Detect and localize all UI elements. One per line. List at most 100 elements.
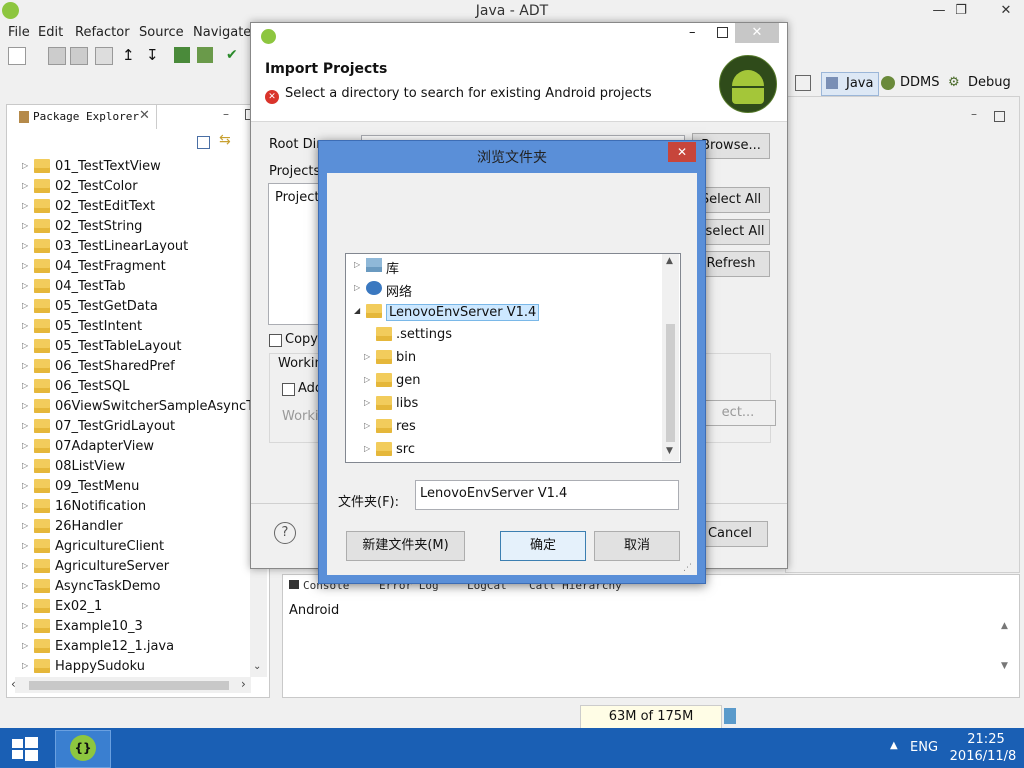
minimize-editor-icon[interactable]: – (971, 107, 977, 121)
copy-checkbox[interactable] (269, 334, 282, 347)
expand-arrow-icon[interactable]: ▷ (22, 361, 28, 370)
project-item[interactable]: ▷ AgricultureClient (7, 537, 250, 557)
expand-arrow-icon[interactable]: ▷ (22, 621, 28, 630)
project-item[interactable]: ▷ 02_TestEditText (7, 197, 250, 217)
project-item[interactable]: ▷ 07_TestGridLayout (7, 417, 250, 437)
project-item[interactable]: ▷ 07AdapterView (7, 437, 250, 457)
save-icon[interactable] (48, 47, 66, 65)
print-icon[interactable] (95, 47, 113, 65)
check-icon[interactable]: ✔ (226, 47, 242, 63)
folder-tree[interactable]: ▲ ▼ ▷ 库 ▷ 网络 ◢ LenovoEnvServer V1.4 .settings ▷… (345, 253, 681, 463)
project-item[interactable]: ▷ AsyncTaskDemo (7, 577, 250, 597)
add-working-set-checkbox[interactable] (282, 383, 295, 396)
import-close-button[interactable]: ✕ (735, 23, 779, 43)
project-item[interactable]: ▷ 03_TestLinearLayout (7, 237, 250, 257)
import-icon[interactable]: ↥ (122, 47, 138, 63)
expand-arrow-icon[interactable]: ▷ (22, 521, 28, 530)
tree-scroll-up-icon[interactable]: ▲ (666, 256, 673, 266)
tree-scroll-down-icon[interactable]: ▼ (666, 446, 673, 456)
project-item[interactable]: ▷ 05_TestTableLayout (7, 337, 250, 357)
expand-arrow-icon[interactable]: ▷ (22, 561, 28, 570)
link-editor-icon[interactable]: ⇆ (219, 132, 231, 148)
expand-arrow-icon[interactable]: ▷ (22, 601, 28, 610)
project-item[interactable]: ▷ 06_TestSharedPref (7, 357, 250, 377)
collapse-all-icon[interactable] (197, 136, 210, 149)
expand-arrow-icon[interactable]: ▷ (22, 281, 28, 290)
console-scroll-down-icon[interactable]: ▼ (1001, 661, 1008, 671)
project-item[interactable]: ▷ Example12_1.java (7, 637, 250, 657)
close-tab-icon[interactable]: ✕ (139, 108, 150, 123)
export-icon[interactable]: ↧ (146, 47, 162, 63)
hscroll-thumb[interactable] (29, 681, 229, 690)
minimize-view-icon[interactable]: – (223, 107, 229, 121)
tree-scrollbar[interactable]: ▲ ▼ (662, 254, 679, 461)
select-working-set-button[interactable]: ect... (700, 400, 776, 426)
expand-arrow-icon[interactable]: ▷ (22, 401, 28, 410)
console-scroll-up-icon[interactable]: ▲ (1001, 621, 1008, 631)
collapse-arrow-icon[interactable]: ◢ (354, 306, 360, 315)
scroll-right-icon[interactable]: › (241, 677, 246, 691)
menu-navigate[interactable]: Navigate (193, 25, 251, 40)
menu-file[interactable]: File (8, 25, 30, 40)
maximize-editor-icon[interactable] (994, 111, 1005, 122)
resize-grip-icon[interactable]: ⋰ (683, 563, 692, 573)
open-perspective-icon[interactable] (795, 75, 811, 91)
expand-arrow-icon[interactable]: ▷ (354, 260, 360, 269)
expand-arrow-icon[interactable]: ▷ (22, 241, 28, 250)
expand-arrow-icon[interactable]: ▷ (22, 641, 28, 650)
import-minimize-button[interactable]: – (689, 25, 696, 40)
new-icon[interactable] (8, 47, 26, 65)
expand-arrow-icon[interactable]: ▷ (22, 201, 28, 210)
expand-arrow-icon[interactable]: ▷ (22, 481, 28, 490)
menu-source[interactable]: Source (139, 25, 184, 40)
expand-arrow-icon[interactable]: ▷ (22, 161, 28, 170)
project-item[interactable]: ▷ 02_TestColor (7, 177, 250, 197)
expand-arrow-icon[interactable]: ▷ (22, 501, 28, 510)
expand-arrow-icon[interactable]: ▷ (364, 352, 370, 361)
project-item[interactable]: ▷ 06ViewSwitcherSampleAsyncTask (7, 397, 250, 417)
expand-arrow-icon[interactable]: ▷ (22, 261, 28, 270)
expand-arrow-icon[interactable]: ▷ (22, 381, 28, 390)
tree-scroll-thumb[interactable] (666, 324, 675, 442)
expand-arrow-icon[interactable]: ▷ (364, 444, 370, 453)
project-item[interactable]: ▷ AgricultureServer (7, 557, 250, 577)
ok-button[interactable]: 确定 (500, 531, 586, 561)
windows-start-icon[interactable] (8, 733, 40, 763)
trash-icon[interactable] (724, 708, 736, 724)
expand-arrow-icon[interactable]: ▷ (22, 341, 28, 350)
menu-refactor[interactable]: Refactor (75, 25, 130, 40)
expand-arrow-icon[interactable]: ▷ (354, 283, 360, 292)
browse-close-button[interactable]: ✕ (668, 142, 696, 162)
expand-arrow-icon[interactable]: ▷ (22, 181, 28, 190)
adt-taskbar-button[interactable]: {} (55, 730, 111, 768)
folder-input[interactable]: LenovoEnvServer V1.4 (415, 480, 679, 510)
project-item[interactable]: ▷ 08ListView (7, 457, 250, 477)
project-item[interactable]: ▷ 06_TestSQL (7, 377, 250, 397)
project-item[interactable]: ▷ 04_TestFragment (7, 257, 250, 277)
show-hidden-icons-icon[interactable]: ▲ (890, 740, 898, 751)
new-folder-button[interactable]: 新建文件夹(M) (346, 531, 465, 561)
project-item[interactable]: ▷ 05_TestIntent (7, 317, 250, 337)
clock-date[interactable]: 2016/11/8 (945, 749, 1021, 764)
scroll-left-icon[interactable]: ‹ (11, 677, 16, 691)
scroll-down-icon[interactable]: ⌄ (253, 661, 261, 672)
project-item[interactable]: ▷ Ex02_1 (7, 597, 250, 617)
project-item[interactable]: ▷ Example10_3 (7, 617, 250, 637)
perspective-ddms[interactable]: DDMS (881, 72, 943, 94)
expand-arrow-icon[interactable]: ▷ (22, 441, 28, 450)
save-all-icon[interactable] (70, 47, 88, 65)
menu-edit[interactable]: Edit (38, 25, 63, 40)
expand-arrow-icon[interactable]: ▷ (364, 421, 370, 430)
avd-manager-icon[interactable] (197, 47, 213, 63)
project-item[interactable]: ▷ 02_TestString (7, 217, 250, 237)
tab-package-explorer[interactable]: Package Explorer ✕ (11, 105, 157, 129)
expand-arrow-icon[interactable]: ▷ (364, 375, 370, 384)
expand-arrow-icon[interactable]: ▷ (22, 221, 28, 230)
close-button[interactable]: ✕ (988, 0, 1024, 22)
project-item[interactable]: ▷ 09_TestMenu (7, 477, 250, 497)
project-item[interactable]: ▷ 01_TestTextView (7, 157, 250, 177)
perspective-debug[interactable]: ⚙ Debug (948, 72, 1011, 94)
expand-arrow-icon[interactable]: ▷ (22, 541, 28, 550)
language-indicator[interactable]: ENG (910, 740, 938, 755)
expand-arrow-icon[interactable]: ▷ (22, 461, 28, 470)
